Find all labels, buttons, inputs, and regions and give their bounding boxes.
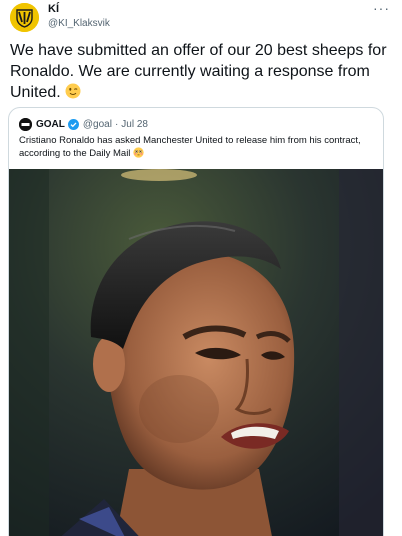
verified-badge-icon xyxy=(67,118,79,130)
quoted-tweet-photo[interactable] xyxy=(9,169,383,536)
flushed-face-emoji-icon xyxy=(133,147,144,158)
winking-face-emoji-icon xyxy=(65,83,81,99)
quoted-author-display-name[interactable]: GOAL xyxy=(36,119,65,130)
goal-logo-icon[interactable] xyxy=(19,117,32,131)
author-names: KÍ @KI_Klaksvik xyxy=(48,3,110,30)
quoted-tweet-header: GOAL @goal · Jul 28 xyxy=(19,117,373,131)
club-crest-icon[interactable] xyxy=(10,3,39,32)
author-handle[interactable]: @KI_Klaksvik xyxy=(48,18,110,30)
meta-separator: · xyxy=(114,118,119,130)
author-display-name[interactable]: KÍ xyxy=(48,3,110,16)
more-options-icon[interactable]: ··· xyxy=(373,1,390,15)
tweet-text: We have submitted an offer of our 20 bes… xyxy=(10,40,388,103)
quoted-tweet-text: Cristiano Ronaldo has asked Manchester U… xyxy=(19,134,373,160)
quoted-author-handle[interactable]: @goal xyxy=(83,119,112,130)
tweet: KÍ @KI_Klaksvik ··· We have submitted an… xyxy=(0,0,402,536)
quoted-tweet-date[interactable]: Jul 28 xyxy=(121,119,148,130)
quoted-tweet-body: Cristiano Ronaldo has asked Manchester U… xyxy=(19,135,361,159)
quoted-tweet-card[interactable]: GOAL @goal · Jul 28 Cristiano Ronaldo ha… xyxy=(8,107,384,536)
tweet-header: KÍ @KI_Klaksvik ··· xyxy=(10,1,392,33)
